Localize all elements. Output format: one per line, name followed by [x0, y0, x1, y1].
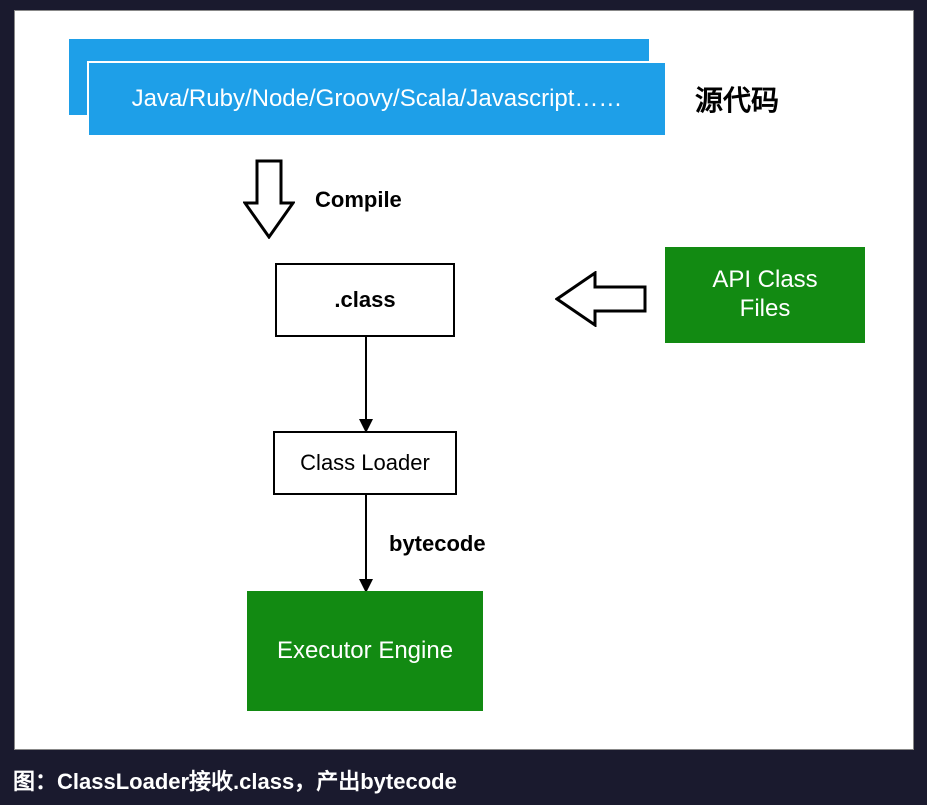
loader-box-text: Class Loader [300, 450, 430, 476]
compile-label: Compile [315, 187, 402, 213]
executor-engine-box: Executor Engine [247, 591, 483, 711]
diagram-canvas: Java/Ruby/Node/Groovy/Scala/Javascript……… [14, 10, 914, 750]
bytecode-label: bytecode [389, 531, 486, 557]
executor-box-text: Executor Engine [277, 637, 453, 665]
api-class-files-box: API Class Files [665, 247, 865, 343]
arrow-class-to-loader-icon [365, 337, 367, 431]
class-box-text: .class [334, 287, 395, 313]
compile-arrow-down-icon [243, 159, 295, 239]
source-box-text: Java/Ruby/Node/Groovy/Scala/Javascript…… [132, 85, 623, 113]
class-box: .class [275, 263, 455, 337]
source-box: Java/Ruby/Node/Groovy/Scala/Javascript…… [87, 61, 667, 137]
arrow-loader-to-executor-icon [365, 495, 367, 591]
figure-caption: 图：ClassLoader接收.class，产出bytecode [5, 760, 465, 800]
source-label: 源代码 [695, 79, 779, 119]
api-box-text: API Class Files [712, 266, 817, 324]
class-loader-box: Class Loader [273, 431, 457, 495]
api-arrow-left-icon [555, 271, 647, 327]
